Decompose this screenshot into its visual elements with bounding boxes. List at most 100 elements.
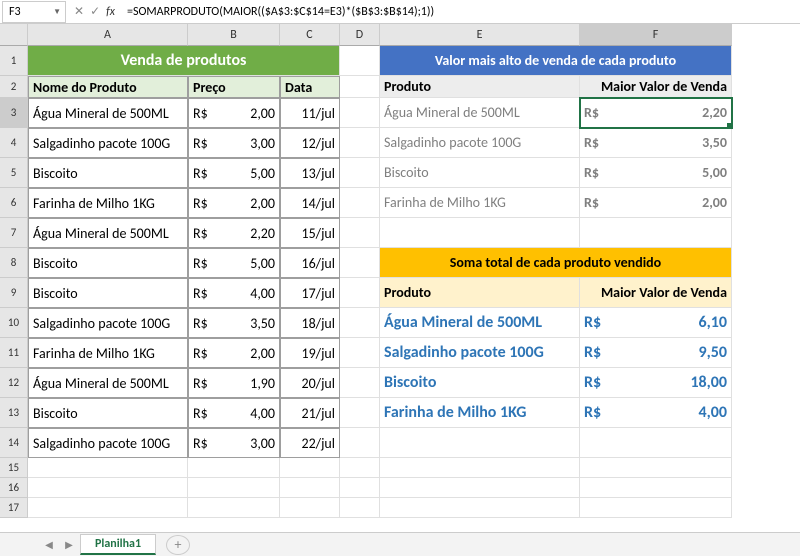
cell-price[interactable]: R$5,00: [188, 158, 280, 188]
header-produto-2[interactable]: Produto: [380, 278, 580, 308]
cell-date[interactable]: 15/jul: [280, 218, 340, 248]
cell-product[interactable]: Salgadinho pacote 100G: [28, 128, 188, 158]
sheet-tab[interactable]: Planilha1: [80, 534, 156, 555]
cell-product[interactable]: Biscoito: [28, 278, 188, 308]
header-nome[interactable]: Nome do Produto: [28, 76, 188, 98]
formula-input[interactable]: =SOMARPRODUTO(MAIOR(($A$3:$C$14=E3)*($B$…: [121, 1, 800, 23]
row-header[interactable]: 7: [0, 218, 28, 248]
row-header[interactable]: 8: [0, 248, 28, 278]
cell[interactable]: [340, 308, 380, 338]
cell-total-value[interactable]: R$6,10: [580, 308, 732, 338]
cell-total-product[interactable]: Farinha de Milho 1KG: [380, 398, 580, 428]
cell[interactable]: [380, 478, 580, 498]
cell-date[interactable]: 13/jul: [280, 158, 340, 188]
col-header[interactable]: E: [380, 24, 580, 46]
cell[interactable]: [580, 458, 732, 478]
cell-date[interactable]: 22/jul: [280, 428, 340, 458]
cell-highest-product[interactable]: Biscoito: [380, 158, 580, 188]
row-header[interactable]: 6: [0, 188, 28, 218]
row-header[interactable]: 2: [0, 76, 28, 98]
cell-highest-product[interactable]: Água Mineral de 500ML: [380, 98, 580, 128]
cell-date[interactable]: 11/jul: [280, 98, 340, 128]
cell-date[interactable]: 14/jul: [280, 188, 340, 218]
cell-price[interactable]: R$1,90: [188, 368, 280, 398]
title-maior[interactable]: Valor mais alto de venda de cada produto: [380, 46, 732, 76]
cell-date[interactable]: 20/jul: [280, 368, 340, 398]
cell[interactable]: [340, 158, 380, 188]
cell-date[interactable]: 21/jul: [280, 398, 340, 428]
cell-highest-product[interactable]: Farinha de Milho 1KG: [380, 188, 580, 218]
cell[interactable]: [188, 478, 280, 498]
cell[interactable]: [340, 498, 380, 518]
row-header[interactable]: 10: [0, 308, 28, 338]
cell[interactable]: [340, 128, 380, 158]
cell[interactable]: [340, 398, 380, 428]
cell[interactable]: [280, 478, 340, 498]
cell-product[interactable]: Salgadinho pacote 100G: [28, 428, 188, 458]
tab-next-icon[interactable]: ▶: [60, 536, 78, 554]
header-produto[interactable]: Produto: [380, 76, 580, 98]
cell-price[interactable]: R$3,50: [188, 308, 280, 338]
cell-price[interactable]: R$4,00: [188, 278, 280, 308]
cell[interactable]: [380, 458, 580, 478]
cell[interactable]: [580, 478, 732, 498]
row-header[interactable]: 13: [0, 398, 28, 428]
col-header[interactable]: F: [580, 24, 732, 46]
cell-highest-value[interactable]: R$3,50: [580, 128, 732, 158]
chevron-down-icon[interactable]: ▼: [53, 7, 61, 17]
cell[interactable]: [28, 498, 188, 518]
cell-date[interactable]: 12/jul: [280, 128, 340, 158]
cell-product[interactable]: Biscoito: [28, 248, 188, 278]
cell-date[interactable]: 17/jul: [280, 278, 340, 308]
cell[interactable]: [340, 428, 380, 458]
title-venda[interactable]: Venda de produtos: [28, 46, 340, 76]
header-preco[interactable]: Preço: [188, 76, 280, 98]
cell-price[interactable]: R$2,20: [188, 218, 280, 248]
col-header[interactable]: D: [340, 24, 380, 46]
cell-total-value[interactable]: R$18,00: [580, 368, 732, 398]
cell[interactable]: [340, 248, 380, 278]
cell[interactable]: [340, 368, 380, 398]
header-data[interactable]: Data: [280, 76, 340, 98]
cell-total-product[interactable]: Água Mineral de 500ML: [380, 308, 580, 338]
confirm-icon[interactable]: ✓: [90, 4, 100, 19]
col-header[interactable]: A: [28, 24, 188, 46]
cell[interactable]: [380, 428, 580, 458]
cell[interactable]: [340, 338, 380, 368]
row-header[interactable]: 5: [0, 158, 28, 188]
cell[interactable]: [340, 76, 380, 98]
cell[interactable]: [580, 218, 732, 248]
cell-price[interactable]: R$2,00: [188, 188, 280, 218]
header-maior-valor[interactable]: Maior Valor de Venda: [580, 76, 732, 98]
cell[interactable]: [280, 498, 340, 518]
row-header[interactable]: 17: [0, 498, 28, 518]
row-header[interactable]: 14: [0, 428, 28, 458]
cell-price[interactable]: R$3,00: [188, 128, 280, 158]
cell-total-product[interactable]: Biscoito: [380, 368, 580, 398]
cell-price[interactable]: R$3,00: [188, 428, 280, 458]
cell[interactable]: [28, 458, 188, 478]
cell[interactable]: [340, 478, 380, 498]
col-header[interactable]: C: [280, 24, 340, 46]
cell[interactable]: [340, 278, 380, 308]
cell-price[interactable]: R$4,00: [188, 398, 280, 428]
title-soma[interactable]: Soma total de cada produto vendido: [380, 248, 732, 278]
cell[interactable]: [340, 188, 380, 218]
cell-date[interactable]: 16/jul: [280, 248, 340, 278]
cell-date[interactable]: 19/jul: [280, 338, 340, 368]
col-header[interactable]: B: [188, 24, 280, 46]
cell-product[interactable]: Biscoito: [28, 398, 188, 428]
cell[interactable]: [380, 498, 580, 518]
cell[interactable]: [188, 458, 280, 478]
row-header[interactable]: 1: [0, 46, 28, 76]
cell-date[interactable]: 18/jul: [280, 308, 340, 338]
select-all-corner[interactable]: [0, 24, 28, 46]
cell-product[interactable]: Água Mineral de 500ML: [28, 98, 188, 128]
row-header[interactable]: 15: [0, 458, 28, 478]
cell[interactable]: [380, 218, 580, 248]
cell-highest-product[interactable]: Salgadinho pacote 100G: [380, 128, 580, 158]
cell[interactable]: [580, 428, 732, 458]
cell-price[interactable]: R$2,00: [188, 338, 280, 368]
cell-total-product[interactable]: Salgadinho pacote 100G: [380, 338, 580, 368]
cell-price[interactable]: R$5,00: [188, 248, 280, 278]
